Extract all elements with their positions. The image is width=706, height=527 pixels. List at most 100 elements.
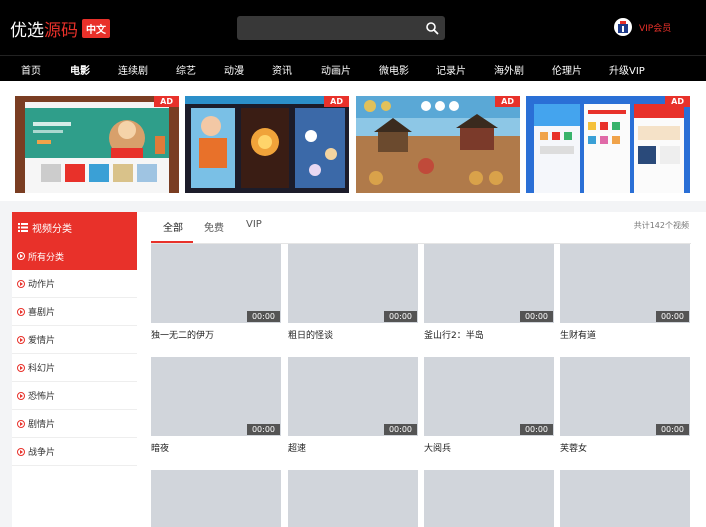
video-title[interactable]: 大阅兵 xyxy=(424,441,554,454)
video-duration: 00:00 xyxy=(246,424,280,435)
video-card[interactable]: 00:00 粗日的怪谈 xyxy=(288,244,418,341)
play-circle-icon xyxy=(17,307,25,316)
video-total-count: 共计142个视频 xyxy=(633,221,689,230)
header: 优选 源码 中文 VIP会员 xyxy=(0,0,706,55)
vip-member-link[interactable]: VIP会员 xyxy=(614,17,671,37)
video-title[interactable]: 暗夜 xyxy=(151,441,281,454)
sidebar-item-label: 爱情片 xyxy=(28,336,56,346)
sidebar-item-label: 战争片 xyxy=(28,448,56,458)
video-title[interactable]: 独一无二的伊万 xyxy=(151,328,281,341)
ad-banners: AD AD AD AD xyxy=(0,81,706,201)
banner-image xyxy=(15,96,179,193)
nav-item[interactable]: 微电影 xyxy=(379,62,409,77)
sidebar-item-label: 科幻片 xyxy=(28,364,56,374)
video-thumbnail[interactable]: 00:00 xyxy=(560,244,690,323)
video-duration: 00:00 xyxy=(383,311,417,322)
video-title[interactable]: 釜山行2：半岛 xyxy=(424,328,554,341)
user-logo-icon xyxy=(618,21,628,33)
video-thumbnail[interactable]: 00:00 xyxy=(288,357,418,436)
ad-badge: AD xyxy=(495,96,520,107)
video-title[interactable]: 粗日的怪谈 xyxy=(288,328,418,341)
video-card[interactable]: 00:00 超速 xyxy=(288,357,418,454)
video-thumbnail[interactable]: 00:00 xyxy=(424,244,554,323)
video-duration: 00:00 xyxy=(519,424,553,435)
ad-banner[interactable]: AD xyxy=(526,96,690,193)
logo-language-tag: 中文 xyxy=(82,18,110,38)
video-thumbnail[interactable]: 00:00 xyxy=(560,357,690,436)
ad-banner[interactable]: AD xyxy=(15,96,179,193)
ad-banner[interactable]: AD xyxy=(185,96,349,193)
nav-item[interactable]: 海外剧 xyxy=(494,62,524,77)
nav-item[interactable]: 动画片 xyxy=(321,62,351,77)
sidebar-item-label: 所有分类 xyxy=(28,252,65,263)
video-thumbnail[interactable] xyxy=(424,470,554,527)
video-thumbnail[interactable] xyxy=(560,470,690,527)
tab-free[interactable]: 免费 xyxy=(204,219,224,234)
video-duration: 00:00 xyxy=(519,311,553,322)
nav-item[interactable]: 连续剧 xyxy=(118,62,148,77)
category-sidebar: 视频分类 所有分类 动作片 喜剧片 爱情片 科幻片 恐怖片 剧情片 战争片 xyxy=(12,212,137,527)
video-title[interactable]: 超速 xyxy=(288,441,418,454)
video-duration: 00:00 xyxy=(383,424,417,435)
ad-banner[interactable]: AD xyxy=(356,96,520,193)
avatar[interactable] xyxy=(614,18,632,36)
video-title[interactable]: 生财有道 xyxy=(560,328,690,341)
nav-item[interactable]: 动漫 xyxy=(224,62,244,77)
video-card[interactable] xyxy=(151,470,281,527)
nav-item[interactable]: 升级VIP xyxy=(609,62,645,77)
video-card[interactable]: 00:00 独一无二的伊万 xyxy=(151,244,281,341)
play-circle-icon xyxy=(17,447,25,456)
banner-image xyxy=(356,96,520,193)
banner-image xyxy=(185,96,349,193)
play-circle-icon xyxy=(17,335,25,344)
ad-badge: AD xyxy=(324,96,349,107)
sidebar-item-label: 喜剧片 xyxy=(28,308,56,318)
video-card[interactable]: 00:00 釜山行2：半岛 xyxy=(424,244,554,341)
sidebar-item-all[interactable]: 所有分类 xyxy=(12,242,137,270)
nav-item[interactable]: 伦理片 xyxy=(552,62,582,77)
video-card[interactable]: 00:00 大阅兵 xyxy=(424,357,554,454)
nav-item[interactable]: 首页 xyxy=(21,62,41,77)
tab-vip[interactable]: VIP xyxy=(246,219,262,230)
video-thumbnail[interactable]: 00:00 xyxy=(424,357,554,436)
video-card[interactable]: 00:00 生财有道 xyxy=(560,244,690,341)
video-card[interactable]: 00:00 暗夜 xyxy=(151,357,281,454)
video-thumbnail[interactable] xyxy=(151,470,281,527)
play-circle-icon xyxy=(17,279,25,288)
sidebar-item-scifi[interactable]: 科幻片 xyxy=(12,354,137,382)
video-thumbnail[interactable] xyxy=(288,470,418,527)
search-input[interactable] xyxy=(237,16,417,40)
video-card[interactable] xyxy=(288,470,418,527)
ad-badge: AD xyxy=(154,96,179,107)
sidebar-item-comedy[interactable]: 喜剧片 xyxy=(12,298,137,326)
site-logo[interactable]: 优选 源码 中文 xyxy=(10,16,110,41)
video-card[interactable]: 00:00 芙蓉女 xyxy=(560,357,690,454)
video-thumbnail[interactable]: 00:00 xyxy=(151,244,281,323)
video-card[interactable] xyxy=(424,470,554,527)
nav-item[interactable]: 记录片 xyxy=(436,62,466,77)
ad-badge: AD xyxy=(665,96,690,107)
sidebar-item-label: 剧情片 xyxy=(28,420,56,430)
sidebar-item-action[interactable]: 动作片 xyxy=(12,270,137,298)
main-nav: 首页 电影 连续剧 综艺 动漫 资讯 动画片 微电影 记录片 海外剧 伦理片 升… xyxy=(0,55,706,81)
sidebar-item-romance[interactable]: 爱情片 xyxy=(12,326,137,354)
nav-item[interactable]: 综艺 xyxy=(176,62,196,77)
list-icon xyxy=(18,222,28,232)
video-thumbnail[interactable]: 00:00 xyxy=(288,244,418,323)
search-box xyxy=(237,16,445,40)
video-title[interactable]: 芙蓉女 xyxy=(560,441,690,454)
nav-item[interactable]: 电影 xyxy=(70,62,90,77)
video-thumbnail[interactable]: 00:00 xyxy=(151,357,281,436)
video-duration: 00:00 xyxy=(246,311,280,322)
video-card[interactable] xyxy=(560,470,690,527)
sidebar-item-horror[interactable]: 恐怖片 xyxy=(12,382,137,410)
play-circle-icon xyxy=(17,391,25,400)
tab-all[interactable]: 全部 xyxy=(163,219,183,234)
search-icon[interactable] xyxy=(425,21,439,35)
sidebar-item-war[interactable]: 战争片 xyxy=(12,438,137,466)
banner-image xyxy=(526,96,690,193)
sidebar-item-label: 恐怖片 xyxy=(28,392,56,402)
video-list-panel: 全部 免费 VIP 共计142个视频 00:00 独一无二的伊万 00:00 粗… xyxy=(137,212,706,527)
sidebar-item-drama[interactable]: 剧情片 xyxy=(12,410,137,438)
nav-item[interactable]: 资讯 xyxy=(272,62,292,77)
